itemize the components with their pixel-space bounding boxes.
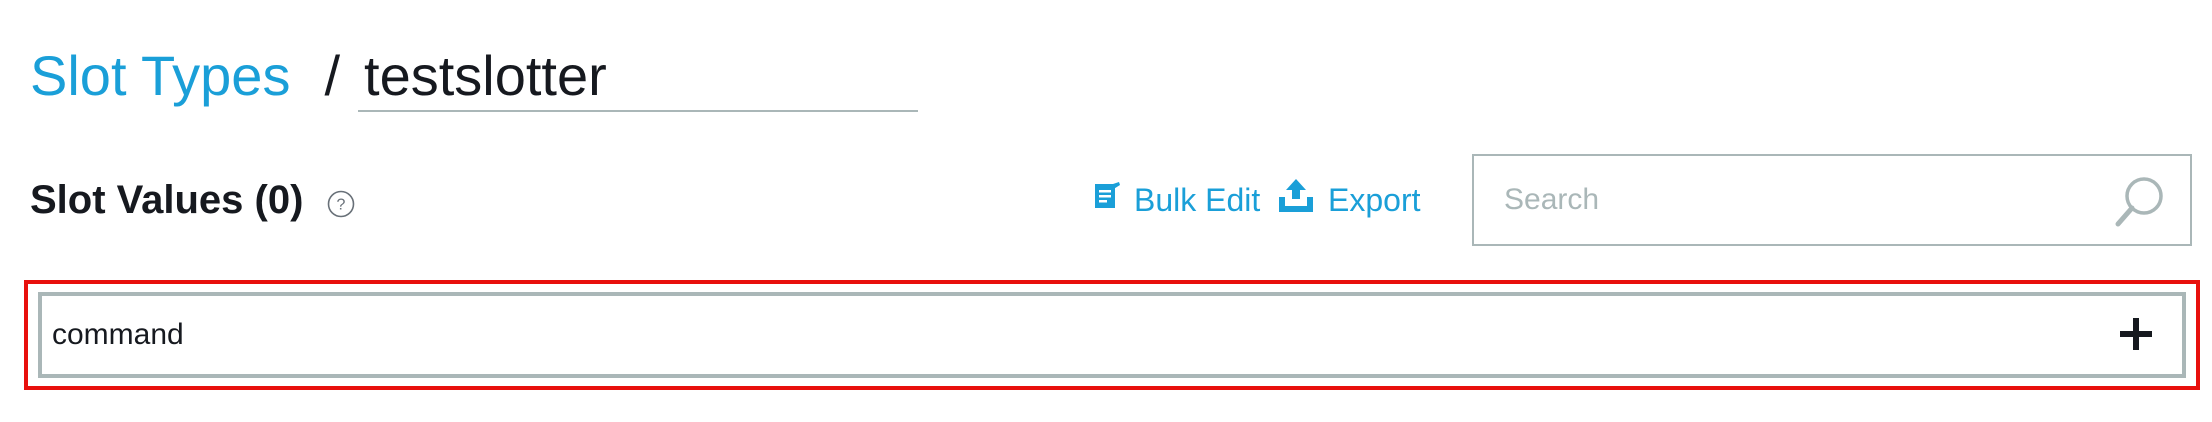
breadcrumb-slot-types-link[interactable]: Slot Types xyxy=(30,48,290,104)
magnifier-icon[interactable] xyxy=(2112,174,2168,230)
slot-values-title: Slot Values (0) xyxy=(30,177,304,222)
bulk-edit-button[interactable]: Bulk Edit xyxy=(1092,176,1260,224)
bulk-edit-icon xyxy=(1092,181,1134,219)
question-circle-icon[interactable]: ? xyxy=(327,190,355,218)
slot-values-header: Slot Values (0) ? xyxy=(30,172,355,228)
new-slot-value-highlight xyxy=(24,280,2200,390)
search-input[interactable] xyxy=(1474,156,2114,244)
search-box xyxy=(1472,154,2192,246)
page-title-row: Slot Types / xyxy=(30,36,919,116)
new-slot-value-input[interactable] xyxy=(42,296,2082,374)
plus-icon[interactable] xyxy=(2114,312,2158,356)
export-label: Export xyxy=(1328,181,1421,218)
slot-type-name-input[interactable] xyxy=(358,40,919,112)
upload-icon xyxy=(1276,177,1328,223)
new-slot-value-field xyxy=(38,292,2186,378)
bulk-edit-label: Bulk Edit xyxy=(1134,181,1261,218)
svg-text:?: ? xyxy=(337,197,346,214)
export-button[interactable]: Export xyxy=(1276,176,1420,224)
breadcrumb-separator: / xyxy=(324,44,341,107)
